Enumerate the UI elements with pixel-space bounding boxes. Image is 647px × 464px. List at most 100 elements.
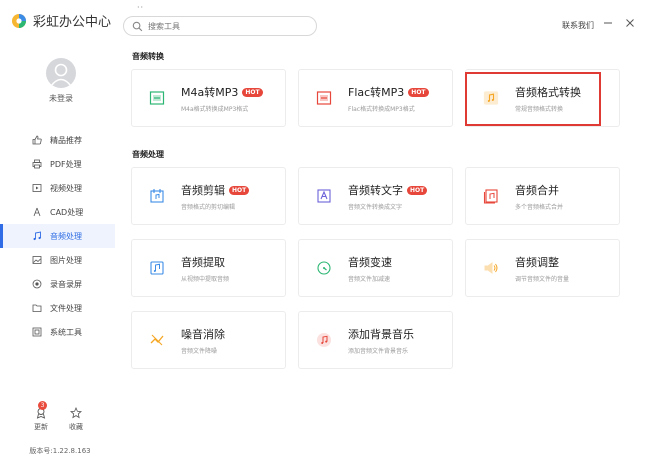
card-audio-cut[interactable]: 音频剪辑 HOT 音频格式的剪切编辑 xyxy=(131,167,286,225)
video-icon xyxy=(32,184,42,192)
card-description: M4a格式转换成MP3格式 xyxy=(181,106,249,113)
card-title: 音频格式转换 xyxy=(515,84,581,100)
sidebar-item-recommended[interactable]: 精品推荐 xyxy=(0,128,115,152)
folder-icon xyxy=(32,304,42,312)
search-icon xyxy=(132,21,143,31)
hot-badge: HOT xyxy=(407,186,428,195)
update-count-badge: 3 xyxy=(38,401,47,410)
card-m4a-to-mp3[interactable]: M4a转MP3 HOT M4a格式转换成MP3格式 xyxy=(131,69,286,127)
avatar[interactable] xyxy=(46,58,76,88)
background-music-icon xyxy=(316,332,332,348)
card-description: 音频文件降噪 xyxy=(181,348,218,355)
main-content: 音频转换 M4a转MP3 HOT M4a格式转换成MP3格式 Flac转MP3 HO… xyxy=(115,42,647,464)
card-description: 音频格式的剪切编辑 xyxy=(181,204,236,211)
card-flac-to-mp3[interactable]: Flac转MP3 HOT Flac格式转换成MP3格式 xyxy=(298,69,453,127)
sidebar: 未登录 精品推荐 PDF处理 视频处理 CAD处理 音频处理 图片处理 录音录屏… xyxy=(0,42,115,464)
sidebar-nav: 精品推荐 PDF处理 视频处理 CAD处理 音频处理 图片处理 录音录屏 文件处… xyxy=(0,128,115,344)
sidebar-item-label: 录音录屏 xyxy=(50,279,82,289)
sidebar-item-audio[interactable]: 音频处理 xyxy=(0,224,115,248)
card-title-text: 音频调整 xyxy=(515,256,559,269)
update-button[interactable]: 3 更新 xyxy=(26,401,56,432)
card-description: 多个音频格式合并 xyxy=(515,204,564,211)
card-title-text: 音频变速 xyxy=(348,256,392,269)
card-title: 音频转文字 HOT xyxy=(348,182,428,198)
card-title: 噪音消除 xyxy=(181,326,225,342)
card-description: 调节音频文件的音量 xyxy=(515,276,570,283)
card-title-text: Flac转MP3 xyxy=(348,86,405,99)
card-title-text: 音频格式转换 xyxy=(515,86,581,99)
hot-badge: HOT xyxy=(408,88,429,97)
card-title-text: 音频合并 xyxy=(515,184,559,197)
card-noise-removal[interactable]: 噪音消除 音频文件降噪 xyxy=(131,311,286,369)
card-title: 音频变速 xyxy=(348,254,392,270)
card-audio-format-convert[interactable]: 音频格式转换 常规音频格式转换 xyxy=(465,69,620,127)
card-description: 从视频中提取音频 xyxy=(181,276,230,283)
card-audio-to-text[interactable]: 音频转文字 HOT 音频文件转换成文字 xyxy=(298,167,453,225)
sidebar-item-system-tools[interactable]: 系统工具 xyxy=(0,320,115,344)
login-status[interactable]: 未登录 xyxy=(0,93,122,104)
sidebar-item-recording[interactable]: 录音录屏 xyxy=(0,272,115,296)
user-avatar-icon xyxy=(50,63,72,87)
sidebar-item-label: 视频处理 xyxy=(50,183,82,193)
audio-merge-icon xyxy=(483,189,498,204)
card-description: 添加音频文件背景音乐 xyxy=(348,348,409,355)
sidebar-item-label: 系统工具 xyxy=(50,327,82,337)
sidebar-item-pdf[interactable]: PDF处理 xyxy=(0,152,115,176)
favorite-label: 收藏 xyxy=(69,423,83,431)
close-button[interactable] xyxy=(625,18,635,28)
card-audio-volume[interactable]: 音频调整 调节音频文件的音量 xyxy=(465,239,620,297)
card-title: M4a转MP3 HOT xyxy=(181,84,263,100)
sidebar-item-image[interactable]: 图片处理 xyxy=(0,248,115,272)
image-icon xyxy=(32,256,42,264)
sidebar-item-label: PDF处理 xyxy=(50,159,82,169)
noise-remove-icon xyxy=(150,334,164,346)
card-audio-speed[interactable]: 音频变速 音频文件加减速 xyxy=(298,239,453,297)
audio-to-text-icon xyxy=(317,189,331,203)
sidebar-item-label: CAD处理 xyxy=(50,207,84,217)
app-window: ·· 彩虹办公中心 联系我们 xyxy=(0,0,647,464)
card-title: 音频提取 xyxy=(181,254,225,270)
music-note-icon xyxy=(33,231,41,241)
card-description: 常规音频格式转换 xyxy=(515,106,564,113)
app-logo-icon xyxy=(12,14,26,28)
toolbox-icon xyxy=(32,327,42,337)
search-input[interactable] xyxy=(148,21,298,31)
card-description: 音频文件加减速 xyxy=(348,276,391,283)
hot-badge: HOT xyxy=(229,186,250,195)
sidebar-item-video[interactable]: 视频处理 xyxy=(0,176,115,200)
search-box[interactable] xyxy=(123,16,317,36)
card-add-background-music[interactable]: 添加背景音乐 添加音频文件背景音乐 xyxy=(298,311,453,369)
card-audio-merge[interactable]: 音频合并 多个音频格式合并 xyxy=(465,167,620,225)
sidebar-item-label: 精品推荐 xyxy=(50,135,82,145)
minimize-button[interactable] xyxy=(603,18,613,28)
sidebar-item-cad[interactable]: CAD处理 xyxy=(0,200,115,224)
card-title: 音频剪辑 HOT xyxy=(181,182,250,198)
hot-badge: HOT xyxy=(242,88,263,97)
card-title: 音频合并 xyxy=(515,182,559,198)
record-icon xyxy=(32,279,42,289)
card-title-text: 音频剪辑 xyxy=(181,184,225,197)
sidebar-item-label: 文件处理 xyxy=(50,303,82,313)
section-title-audio-process: 音频处理 xyxy=(132,150,164,159)
section-title-audio-convert: 音频转换 xyxy=(132,52,164,61)
card-title-text: M4a转MP3 xyxy=(181,86,239,99)
thumbs-up-icon xyxy=(32,135,42,145)
sidebar-item-files[interactable]: 文件处理 xyxy=(0,296,115,320)
card-title-text: 添加背景音乐 xyxy=(348,328,414,341)
card-audio-extract[interactable]: 音频提取 从视频中提取音频 xyxy=(131,239,286,297)
sidebar-item-label: 音频处理 xyxy=(50,231,82,241)
title-bar: ·· 彩虹办公中心 联系我们 xyxy=(0,0,647,42)
drag-handle-icon[interactable]: ·· xyxy=(137,3,144,12)
audio-format-icon xyxy=(483,91,499,105)
printer-icon xyxy=(32,159,42,169)
m4a-convert-icon xyxy=(149,91,165,105)
audio-volume-icon xyxy=(484,262,498,274)
audio-cut-icon xyxy=(150,189,164,203)
update-label: 更新 xyxy=(34,423,48,431)
favorite-button[interactable]: 收藏 xyxy=(61,407,91,432)
card-title-text: 噪音消除 xyxy=(181,328,225,341)
card-title-text: 音频转文字 xyxy=(348,184,403,197)
star-icon xyxy=(70,407,82,419)
app-title: 彩虹办公中心 xyxy=(33,15,112,30)
contact-us-link[interactable]: 联系我们 xyxy=(562,20,594,31)
